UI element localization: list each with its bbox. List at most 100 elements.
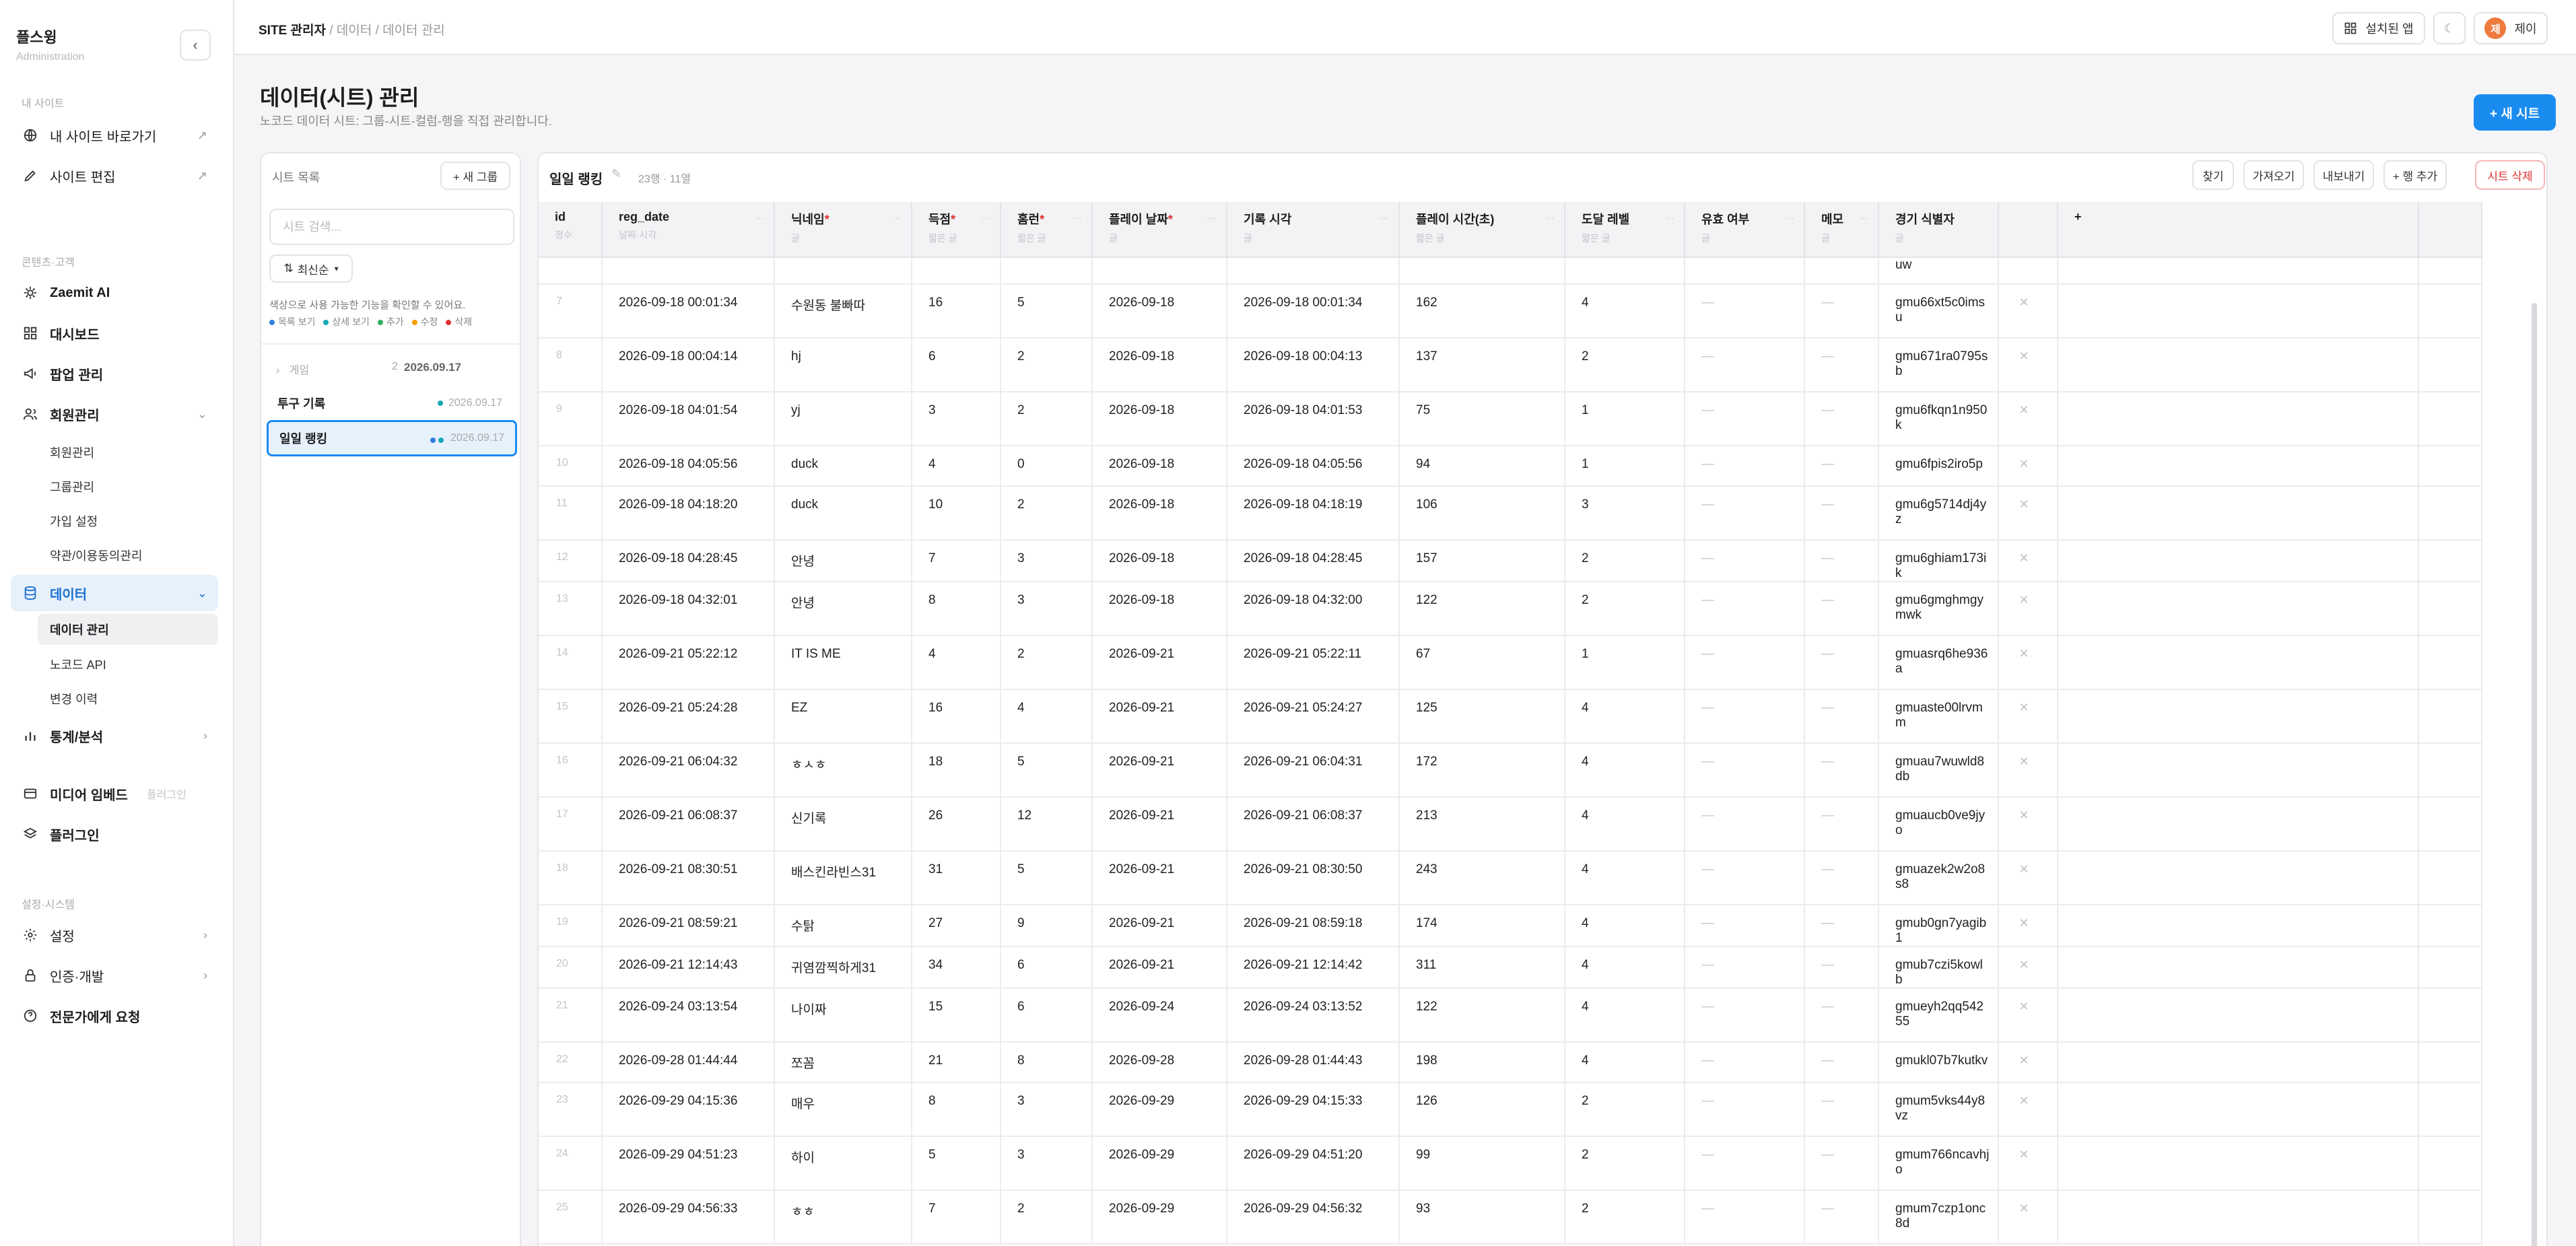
cell-homerun[interactable]: 5 bbox=[1001, 851, 1093, 905]
cell-reg-date[interactable]: 2026-09-21 06:04:32 bbox=[602, 743, 775, 798]
cell-game-id[interactable]: gmu6gmghmgymwk bbox=[1878, 582, 1999, 636]
nav-auth-dev[interactable]: 인증·개발 › bbox=[11, 957, 218, 994]
cell-nickname[interactable]: 수탉 bbox=[774, 905, 912, 947]
cell-game-id[interactable]: gmum7czp1onc8d bbox=[1878, 1190, 1999, 1245]
cell-memo[interactable]: — bbox=[1804, 1042, 1879, 1083]
cell-reg-date[interactable]: 2026-09-18 04:28:45 bbox=[602, 540, 775, 582]
cell-valid[interactable]: — bbox=[1685, 1136, 1805, 1191]
cell-homerun[interactable]: 2 bbox=[1001, 338, 1093, 392]
cell-id[interactable]: 14 bbox=[539, 635, 603, 690]
cell-id[interactable]: 25 bbox=[539, 1190, 603, 1245]
column-header[interactable]: reg_date 날짜·시각 ⋯ bbox=[602, 202, 775, 258]
cell-reg-date[interactable]: 2026-09-18 04:18:20 bbox=[602, 486, 775, 541]
edit-name-icon[interactable]: ✎ bbox=[611, 167, 621, 181]
cell-play-seconds[interactable]: 311 bbox=[1399, 946, 1565, 989]
nav-members[interactable]: 회원관리 ⌄ bbox=[11, 396, 218, 432]
cell-reg-date[interactable]: 2026-09-18 00:01:34 bbox=[602, 284, 775, 339]
cell-level[interactable]: 4 bbox=[1565, 1042, 1685, 1083]
cell-valid[interactable]: — bbox=[1685, 797, 1805, 852]
breadcrumb-root[interactable]: SITE 관리자 bbox=[259, 24, 326, 38]
cell-level[interactable]: 4 bbox=[1565, 851, 1685, 905]
cell-valid[interactable]: — bbox=[1685, 338, 1805, 392]
cell-homerun[interactable]: 3 bbox=[1001, 582, 1093, 636]
table-row[interactable]: 16 2026-09-21 06:04:32 ㅎㅅㅎ 18 5 2026-09-21 202… bbox=[539, 743, 2482, 798]
cell-memo[interactable]: — bbox=[1804, 1136, 1879, 1191]
cell-game-id[interactable]: gmu6fkqn1n950k bbox=[1878, 392, 1999, 446]
cell-nickname[interactable]: yj bbox=[774, 392, 912, 446]
collapse-sidebar-button[interactable]: ‹ bbox=[180, 30, 211, 61]
nav-popup[interactable]: 팝업 관리 bbox=[11, 355, 218, 392]
cell-reg-date[interactable]: 2026-09-21 05:22:12 bbox=[602, 635, 775, 690]
delete-row-icon[interactable]: ✕ bbox=[1998, 284, 2058, 339]
cell-record-time[interactable]: 2026-09-18 04:05:56 bbox=[1227, 446, 1400, 487]
cell-score[interactable]: 5 bbox=[912, 1136, 1001, 1191]
cell-homerun[interactable]: 2 bbox=[1001, 635, 1093, 690]
sub-change-history[interactable]: 변경 이력 bbox=[38, 683, 218, 714]
cell-id[interactable]: 11 bbox=[539, 486, 603, 541]
column-menu-icon[interactable]: ⋯ bbox=[1785, 213, 1794, 224]
cell-memo[interactable]: — bbox=[1804, 392, 1879, 446]
delete-row-icon[interactable]: ✕ bbox=[1998, 905, 2058, 947]
cell-memo[interactable]: — bbox=[1804, 635, 1879, 690]
delete-row-icon[interactable]: ✕ bbox=[1998, 392, 2058, 446]
cell-nickname[interactable]: 안녕 bbox=[774, 540, 912, 582]
cell-score[interactable]: 34 bbox=[912, 946, 1001, 989]
cell-play-date[interactable]: 2026-09-29 bbox=[1092, 1082, 1227, 1137]
table-row[interactable]: 22 2026-09-28 01:44:44 쪼꼼 21 8 2026-09-28 2026… bbox=[539, 1042, 2482, 1083]
cell-reg-date[interactable]: 2026-09-29 04:56:33 bbox=[602, 1190, 775, 1245]
nav-plugin[interactable]: 플러그인 bbox=[11, 816, 218, 852]
cell-level[interactable]: 4 bbox=[1565, 284, 1685, 339]
cell-play-seconds[interactable]: 99 bbox=[1399, 1136, 1565, 1191]
cell-play-date[interactable]: 2026-09-18 bbox=[1092, 486, 1227, 541]
cell-id[interactable]: 13 bbox=[539, 582, 603, 636]
cell-play-seconds[interactable]: 126 bbox=[1399, 1082, 1565, 1137]
column-menu-icon[interactable]: ⋯ bbox=[892, 213, 902, 224]
cell-reg-date[interactable]: 2026-09-29 04:51:23 bbox=[602, 1136, 775, 1191]
cell-record-time[interactable]: 2026-09-18 04:28:45 bbox=[1227, 540, 1400, 582]
cell-play-seconds[interactable]: 172 bbox=[1399, 743, 1565, 798]
cell-homerun[interactable]: 9 bbox=[1001, 905, 1093, 947]
cell-level[interactable]: 2 bbox=[1565, 1190, 1685, 1245]
cell-valid[interactable]: — bbox=[1685, 446, 1805, 487]
cell-memo[interactable]: — bbox=[1804, 338, 1879, 392]
table-row[interactable]: 19 2026-09-21 08:59:21 수탉 27 9 2026-09-21 2026… bbox=[539, 905, 2482, 947]
cell-memo[interactable]: — bbox=[1804, 851, 1879, 905]
cell-homerun[interactable]: 5 bbox=[1001, 284, 1093, 339]
cell-homerun[interactable]: 3 bbox=[1001, 540, 1093, 582]
table-row[interactable]: 8 2026-09-18 00:04:14 hj 6 2 2026-09-18 2026-0… bbox=[539, 338, 2482, 392]
cell-level[interactable]: 4 bbox=[1565, 946, 1685, 989]
cell-homerun[interactable]: 12 bbox=[1001, 797, 1093, 852]
cell-reg-date[interactable]: 2026-09-18 04:01:54 bbox=[602, 392, 775, 446]
cell-game-id[interactable]: gmuaste00lrvmm bbox=[1878, 689, 1999, 744]
cell-homerun[interactable]: 3 bbox=[1001, 1082, 1093, 1137]
cell-homerun[interactable]: 8 bbox=[1001, 1042, 1093, 1083]
delete-row-icon[interactable]: ✕ bbox=[1998, 743, 2058, 798]
cell-play-date[interactable]: 2026-09-18 bbox=[1092, 446, 1227, 487]
cell-level[interactable]: 2 bbox=[1565, 582, 1685, 636]
nav-zaemit-ai[interactable]: Zaemit AI bbox=[11, 275, 218, 311]
cell-level[interactable]: 3 bbox=[1565, 486, 1685, 541]
cell-level[interactable]: 2 bbox=[1565, 1082, 1685, 1137]
cell-record-time[interactable]: 2026-09-21 12:14:42 bbox=[1227, 946, 1400, 989]
cell-play-seconds[interactable]: 122 bbox=[1399, 988, 1565, 1043]
cell-score[interactable]: 27 bbox=[912, 905, 1001, 947]
delete-row-icon[interactable]: ✕ bbox=[1998, 797, 2058, 852]
cell-reg-date[interactable]: 2026-09-21 12:14:43 bbox=[602, 946, 775, 989]
cell-score[interactable]: 16 bbox=[912, 689, 1001, 744]
cell-play-seconds[interactable]: 67 bbox=[1399, 635, 1565, 690]
nav-site-edit[interactable]: 사이트 편집 ↗ bbox=[11, 158, 218, 194]
cell-play-seconds[interactable]: 137 bbox=[1399, 338, 1565, 392]
sheet-item-daily-ranking[interactable]: 일일 랭킹 2026.09.17 bbox=[267, 420, 517, 456]
cell-play-date[interactable]: 2026-09-29 bbox=[1092, 1190, 1227, 1245]
column-menu-icon[interactable]: ⋯ bbox=[981, 213, 990, 224]
cell-game-id[interactable]: gmu66xt5c0imsu bbox=[1878, 284, 1999, 339]
delete-row-icon[interactable]: ✕ bbox=[1998, 582, 2058, 636]
delete-row-icon[interactable]: ✕ bbox=[1998, 446, 2058, 487]
cell-record-time[interactable]: 2026-09-21 06:08:37 bbox=[1227, 797, 1400, 852]
cell-record-time[interactable]: 2026-09-18 00:01:34 bbox=[1227, 284, 1400, 339]
cell-game-id[interactable]: gmuau7wuwld8db bbox=[1878, 743, 1999, 798]
cell-nickname[interactable]: hj bbox=[774, 338, 912, 392]
cell-score[interactable]: 7 bbox=[912, 1190, 1001, 1245]
table-row[interactable]: 15 2026-09-21 05:24:28 EZ 16 4 2026-09-21 2026… bbox=[539, 689, 2482, 744]
cell-valid[interactable]: — bbox=[1685, 392, 1805, 446]
